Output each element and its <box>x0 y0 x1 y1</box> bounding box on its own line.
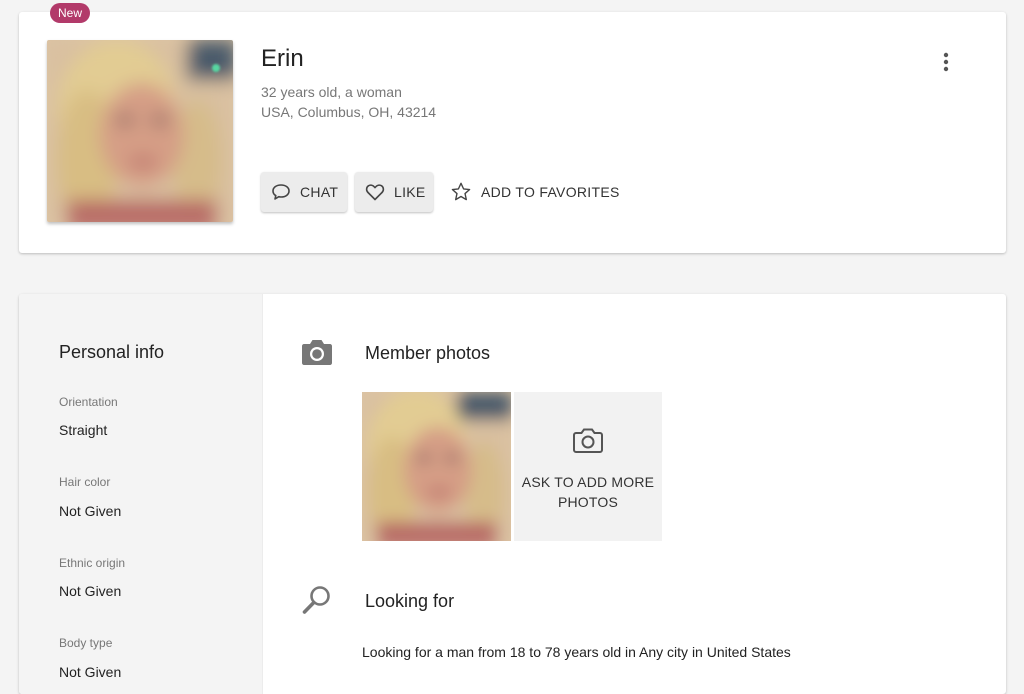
camera-outline-icon <box>573 428 603 453</box>
profile-name: Erin <box>261 45 304 72</box>
member-photos-title: Member photos <box>365 343 491 363</box>
details-card: Personal info Orientation Straight Hair … <box>19 294 1006 694</box>
like-button-label: LIKE <box>394 184 426 200</box>
personal-info-panel: Personal info Orientation Straight Hair … <box>19 294 263 694</box>
profile-card: Erin 32 years old, a woman USA, Columbus… <box>19 12 1006 253</box>
chat-button-label: CHAT <box>300 184 339 200</box>
online-status-dot <box>212 64 220 72</box>
add-to-favorites-label: ADD TO FAVORITES <box>481 184 620 200</box>
member-photo-thumbnail[interactable] <box>362 392 511 541</box>
ethnic-origin-value: Not Given <box>59 583 122 599</box>
ethnic-origin-label: Ethnic origin <box>59 556 126 570</box>
ask-more-photos-label: ASK TO ADD MORE PHOTOS <box>521 474 655 510</box>
ask-more-photos-tile[interactable]: ASK TO ADD MORE PHOTOS <box>514 392 662 541</box>
camera-icon <box>302 340 332 365</box>
star-icon <box>451 182 471 201</box>
orientation-label: Orientation <box>59 395 118 409</box>
new-badge: New <box>50 3 91 23</box>
personal-info-title: Personal info <box>59 342 165 362</box>
more-vertical-icon <box>943 52 949 72</box>
hair-color-value: Not Given <box>59 503 122 519</box>
chat-button[interactable]: CHAT <box>261 172 347 212</box>
like-button[interactable]: LIKE <box>355 172 433 212</box>
looking-for-title: Looking for <box>365 591 455 611</box>
body-type-value: Not Given <box>59 664 122 680</box>
avatar[interactable] <box>47 40 233 222</box>
profile-location: USA, Columbus, OH, 43214 <box>261 104 437 120</box>
hair-color-label: Hair color <box>59 475 111 489</box>
body-type-label: Body type <box>59 636 113 650</box>
more-options-button[interactable] <box>934 50 958 74</box>
search-icon <box>302 586 330 614</box>
add-to-favorites-button[interactable]: ADD TO FAVORITES <box>450 180 620 204</box>
orientation-value: Straight <box>59 422 108 438</box>
profile-age-gender: 32 years old, a woman <box>261 84 402 100</box>
heart-icon <box>365 184 385 201</box>
looking-for-description: Looking for a man from 18 to 78 years ol… <box>362 644 791 660</box>
chat-bubble-icon <box>272 184 290 200</box>
